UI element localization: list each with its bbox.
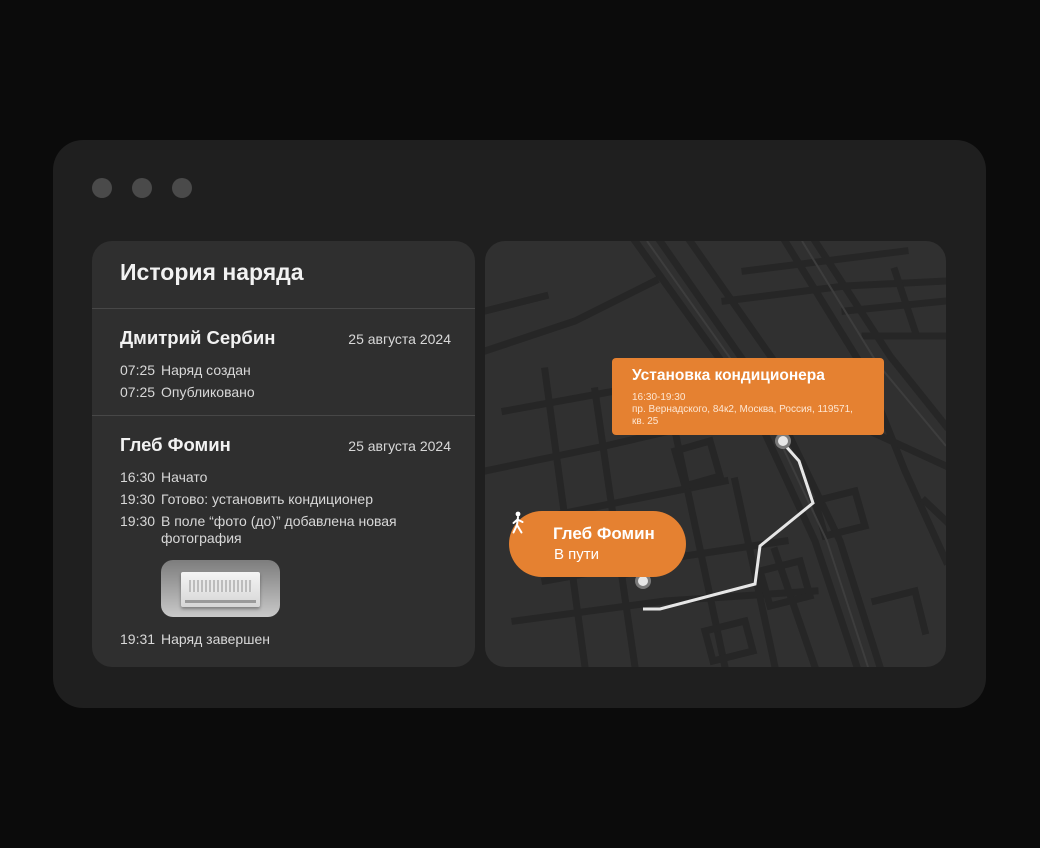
entry-author: Дмитрий Сербин xyxy=(120,327,276,348)
history-entry: Дмитрий Сербин 25 августа 2024 07:25 Нар… xyxy=(92,309,475,415)
app-window: История наряда Дмитрий Сербин 25 августа… xyxy=(53,140,986,708)
worker-marker[interactable]: Глеб Фомин В пути xyxy=(509,511,686,577)
entry-date: 25 августа 2024 xyxy=(348,331,451,347)
map-streets xyxy=(485,241,946,667)
event-time: 07:25 xyxy=(120,362,156,378)
air-conditioner-icon xyxy=(181,572,260,607)
worker-status: В пути xyxy=(554,546,600,563)
history-event: 07:25 Наряд создан xyxy=(120,362,451,379)
history-title: История наряда xyxy=(92,241,475,309)
event-text: В поле “фото (до)” добавлена новая фотог… xyxy=(161,513,397,546)
event-text: Наряд создан xyxy=(161,362,251,378)
event-time: 16:30 xyxy=(120,469,156,485)
window-dot-close[interactable] xyxy=(92,178,112,198)
event-text: Наряд завершен xyxy=(161,631,270,647)
history-event: 19:30 Готово: установить кондиционер xyxy=(120,491,451,508)
history-event: 16:30 Начато xyxy=(120,469,451,486)
event-text: Начато xyxy=(161,469,208,485)
route-map[interactable]: Установка кондиционера 16:30-19:30 пр. В… xyxy=(485,241,946,667)
window-controls xyxy=(92,178,192,198)
history-entry: Глеб Фомин 25 августа 2024 16:30 Начато … xyxy=(92,415,475,648)
task-address: пр. Вернадского, 84к2, Москва, Россия, 1… xyxy=(632,404,853,427)
history-event: 07:25 Опубликовано xyxy=(120,384,451,401)
event-time: 07:25 xyxy=(120,384,156,400)
window-dot-maximize[interactable] xyxy=(172,178,192,198)
task-card[interactable]: Установка кондиционера 16:30-19:30 пр. В… xyxy=(612,358,884,435)
photo-thumbnail[interactable] xyxy=(161,560,280,617)
task-time: 16:30-19:30 xyxy=(632,392,686,403)
task-title: Установка кондиционера xyxy=(632,367,825,384)
event-text: Опубликовано xyxy=(161,384,255,400)
walking-person-icon xyxy=(512,511,524,534)
history-event: 19:30 В поле “фото (до)” добавлена новая… xyxy=(120,513,451,547)
event-time: 19:30 xyxy=(120,513,156,529)
window-dot-minimize[interactable] xyxy=(132,178,152,198)
event-time: 19:31 xyxy=(120,631,156,647)
history-event: 19:31 Наряд завершен xyxy=(120,631,451,648)
event-text: Готово: установить кондиционер xyxy=(161,491,373,507)
event-time: 19:30 xyxy=(120,491,156,507)
worker-name: Глеб Фомин xyxy=(553,524,655,543)
order-history-panel: История наряда Дмитрий Сербин 25 августа… xyxy=(92,241,475,667)
entry-author: Глеб Фомин xyxy=(120,434,231,455)
entry-date: 25 августа 2024 xyxy=(348,438,451,454)
